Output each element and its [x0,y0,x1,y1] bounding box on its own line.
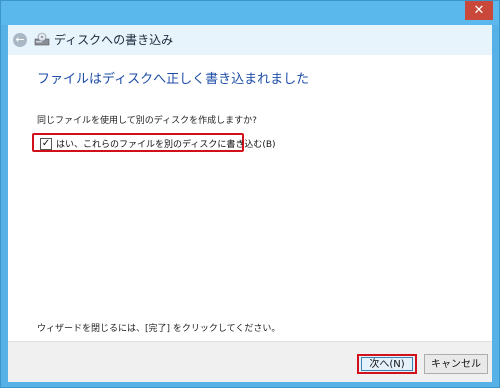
back-arrow-icon: ← [15,33,25,46]
button-bar: 次へ(N) キャンセル [8,341,492,382]
question-text: 同じファイルを使用して別のディスクを作成しますか? [37,116,257,126]
burn-another-disc-option[interactable]: ✓ はい、これらのファイルを別のディスクに書き込む(B) [32,133,276,152]
cancel-button[interactable]: キャンセル [424,354,488,374]
close-icon: ✕ [473,3,485,18]
main-instruction: ファイルはディスクへ正しく書き込まれました [37,72,310,87]
disc-burner-icon [34,32,50,46]
dialog-window: ✕ ← ディスクへの書き込み ファイルはディスクへ正しく書き込まれました 同じフ… [0,0,500,388]
back-button[interactable]: ← [13,33,27,47]
checkbox-label: はい、これらのファイルを別のディスクに書き込む(B) [56,140,276,150]
wizard-header: ← ディスクへの書き込み [8,25,492,55]
next-button-label: 次へ(N) [361,357,413,371]
close-instruction-text: ウィザードを閉じるには、[完了] をクリックしてください。 [37,324,281,334]
close-button[interactable]: ✕ [465,1,493,20]
wizard-content: ファイルはディスクへ正しく書き込まれました 同じファイルを使用して別のディスクを… [8,55,492,341]
burn-another-disc-checkbox[interactable]: ✓ [40,138,52,150]
checkmark-icon: ✓ [41,138,51,149]
title-bar: ✕ [1,1,499,25]
next-button[interactable]: 次へ(N) [357,354,417,374]
wizard-title: ディスクへの書き込み [54,33,174,47]
